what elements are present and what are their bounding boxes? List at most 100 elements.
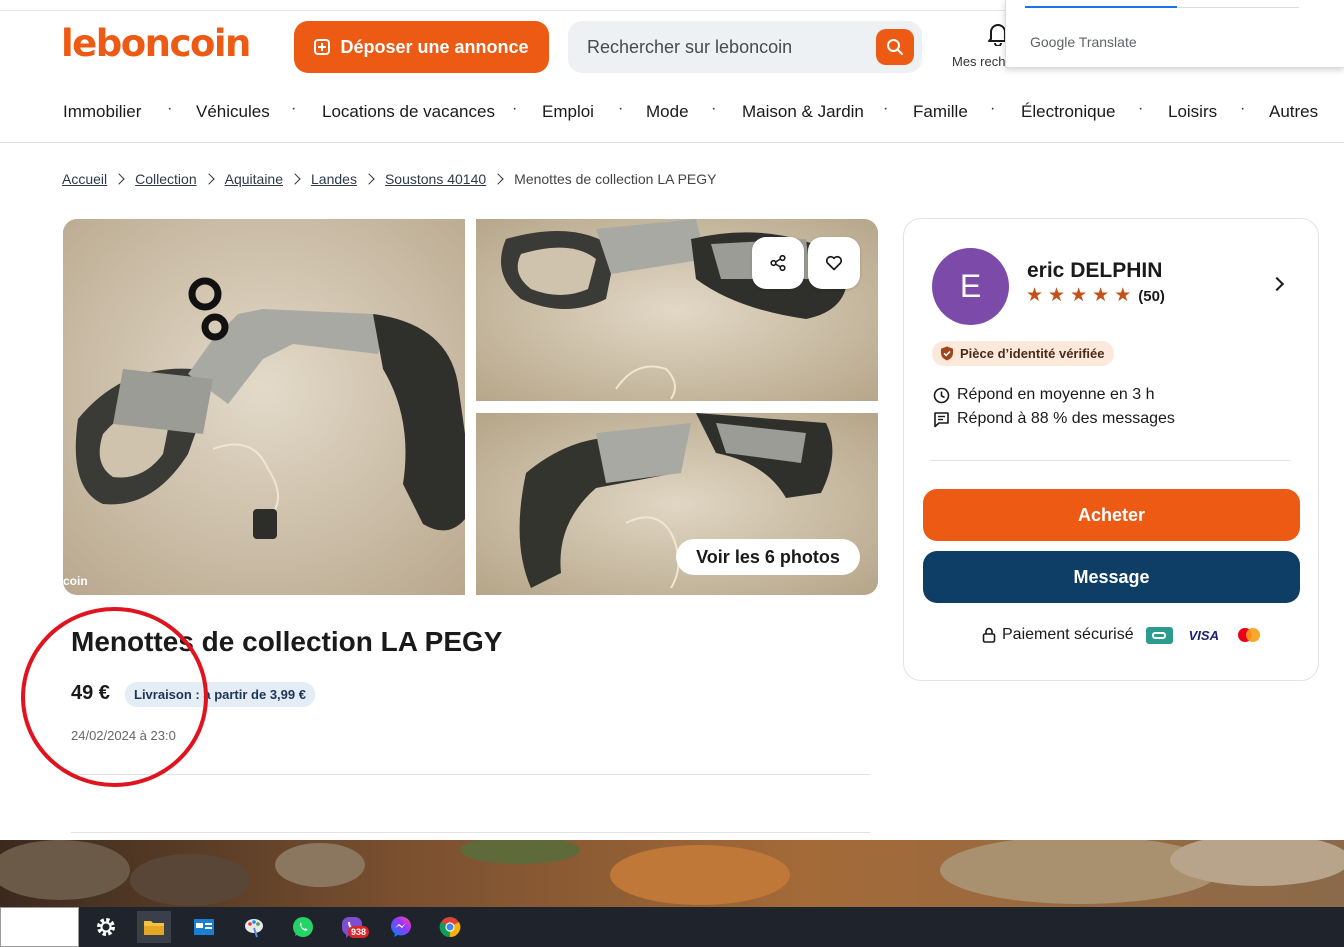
chevron-right-icon <box>202 173 215 185</box>
breadcrumb-aquitaine[interactable]: Aquitaine <box>225 171 283 187</box>
search-bar <box>568 21 922 73</box>
verified-id-badge: Pièce d’identité vérifiée <box>932 341 1114 366</box>
breadcrumb: Accueil Collection Aquitaine Landes Sous… <box>62 171 717 187</box>
translate-tab-indicator[interactable] <box>1025 6 1177 8</box>
breadcrumb-accueil[interactable]: Accueil <box>62 171 107 187</box>
buy-button[interactable]: Acheter <box>923 489 1300 541</box>
nav-divider <box>0 142 1344 143</box>
card-divider <box>930 460 1291 461</box>
translate-tab-divider <box>1177 7 1299 8</box>
gear-icon <box>97 918 115 936</box>
google-translate-label: Google Translate <box>1030 34 1137 50</box>
taskbar-file-explorer[interactable] <box>137 911 171 943</box>
cb-card-icon <box>1145 626 1173 644</box>
secure-payment: Paiement sécurisé VISA <box>982 626 1261 644</box>
heart-icon <box>825 255 843 271</box>
app-window-icon <box>194 919 214 935</box>
deposit-ad-button[interactable]: Déposer une annonce <box>294 21 549 73</box>
messenger-icon <box>391 916 411 937</box>
taskbar-messenger[interactable] <box>384 911 418 943</box>
secure-payment-label: Paiement sécurisé <box>1002 626 1134 643</box>
star-icon: ★ <box>1048 285 1066 306</box>
category-famille[interactable]: Famille <box>913 102 968 122</box>
leboncoin-logo[interactable]: leboncoin <box>61 22 251 65</box>
section-divider <box>71 774 870 775</box>
category-immobilier[interactable]: Immobilier <box>63 102 141 122</box>
response-time-label: Répond en moyenne en 3 h <box>957 386 1155 403</box>
background-image-strip <box>0 840 1344 907</box>
breadcrumb-soustons[interactable]: Soustons 40140 <box>385 171 486 187</box>
main-photo[interactable] <box>63 219 465 595</box>
taskbar-app[interactable] <box>187 911 221 943</box>
visa-logo: VISA <box>1188 627 1219 643</box>
category-autres[interactable]: Autres <box>1269 102 1318 122</box>
verified-id-label: Pièce d’identité vérifiée <box>960 346 1105 361</box>
search-button[interactable] <box>876 29 914 65</box>
category-vehicules[interactable]: Véhicules <box>196 102 270 122</box>
category-nav: Immobilier · Véhicules · Locations de va… <box>0 96 1344 126</box>
clock-icon <box>933 387 950 403</box>
category-separator: · <box>618 100 624 117</box>
taskbar-whatsapp[interactable] <box>286 911 320 943</box>
photo-watermark: coin <box>63 574 88 588</box>
whatsapp-icon <box>293 917 313 937</box>
message-button[interactable]: Message <box>923 551 1300 603</box>
seller-rating[interactable]: ★ ★ ★ ★ ★ (50) <box>1026 286 1165 306</box>
see-all-photos-button[interactable]: Voir les 6 photos <box>676 539 860 575</box>
search-icon <box>887 39 903 55</box>
taskbar-chrome[interactable] <box>433 911 467 943</box>
deposit-ad-label: Déposer une annonce <box>340 36 529 57</box>
response-time: Répond en moyenne en 3 h <box>933 386 1154 404</box>
category-locations-vacances[interactable]: Locations de vacances <box>322 102 495 122</box>
folder-icon <box>144 921 164 935</box>
share-icon <box>770 254 786 272</box>
breadcrumb-landes[interactable]: Landes <box>311 171 357 187</box>
shield-check-icon <box>941 346 953 361</box>
breadcrumb-collection[interactable]: Collection <box>135 171 196 187</box>
plus-icon <box>314 39 331 55</box>
taskbar-search-box[interactable] <box>0 907 79 947</box>
chrome-icon <box>439 917 461 938</box>
category-separator: · <box>512 100 518 117</box>
mastercard-icon <box>1235 627 1261 643</box>
breadcrumb-current: Menottes de collection LA PEGY <box>514 171 717 187</box>
red-annotation-circle <box>21 607 208 787</box>
my-searches-link[interactable]: Mes rech <box>952 54 1005 69</box>
category-mode[interactable]: Mode <box>646 102 689 122</box>
category-separator: · <box>1240 100 1246 117</box>
chevron-right-icon <box>363 173 375 185</box>
category-separator: · <box>711 100 717 117</box>
chevron-right-icon <box>492 173 504 185</box>
chevron-right-icon <box>289 173 301 185</box>
viber-notification-badge: 938 <box>348 926 370 938</box>
search-input[interactable] <box>587 35 867 59</box>
category-separator: · <box>990 100 996 117</box>
seller-card: E eric DELPHIN ★ ★ ★ ★ ★ (50) Pièce d’id… <box>903 218 1319 681</box>
response-rate-label: Répond à 88 % des messages <box>957 410 1175 427</box>
category-separator: · <box>291 100 297 117</box>
category-loisirs[interactable]: Loisirs <box>1168 102 1217 122</box>
seller-name[interactable]: eric DELPHIN <box>1027 259 1162 283</box>
star-icon: ★ <box>1026 285 1044 306</box>
lock-icon <box>982 627 996 643</box>
chevron-right-icon[interactable] <box>1269 276 1285 292</box>
favorite-button[interactable] <box>808 237 860 289</box>
message-icon <box>934 411 949 427</box>
section-divider <box>71 832 870 833</box>
star-icon: ★ <box>1114 285 1132 306</box>
taskbar-settings[interactable] <box>89 911 123 943</box>
google-translate-popup: Google Translate <box>1005 0 1344 68</box>
share-button[interactable] <box>752 237 804 289</box>
category-separator: · <box>883 100 889 117</box>
category-electronique[interactable]: Électronique <box>1021 102 1116 122</box>
star-icon: ★ <box>1092 285 1110 306</box>
category-maison-jardin[interactable]: Maison & Jardin <box>742 102 864 122</box>
seller-avatar[interactable]: E <box>932 248 1009 325</box>
palette-icon <box>245 919 263 938</box>
taskbar-paint[interactable] <box>237 911 271 943</box>
review-count: (50) <box>1138 287 1165 305</box>
category-separator: · <box>167 100 173 117</box>
response-rate: Répond à 88 % des messages <box>933 410 1175 428</box>
category-emploi[interactable]: Emploi <box>542 102 594 122</box>
star-icon: ★ <box>1070 285 1088 306</box>
